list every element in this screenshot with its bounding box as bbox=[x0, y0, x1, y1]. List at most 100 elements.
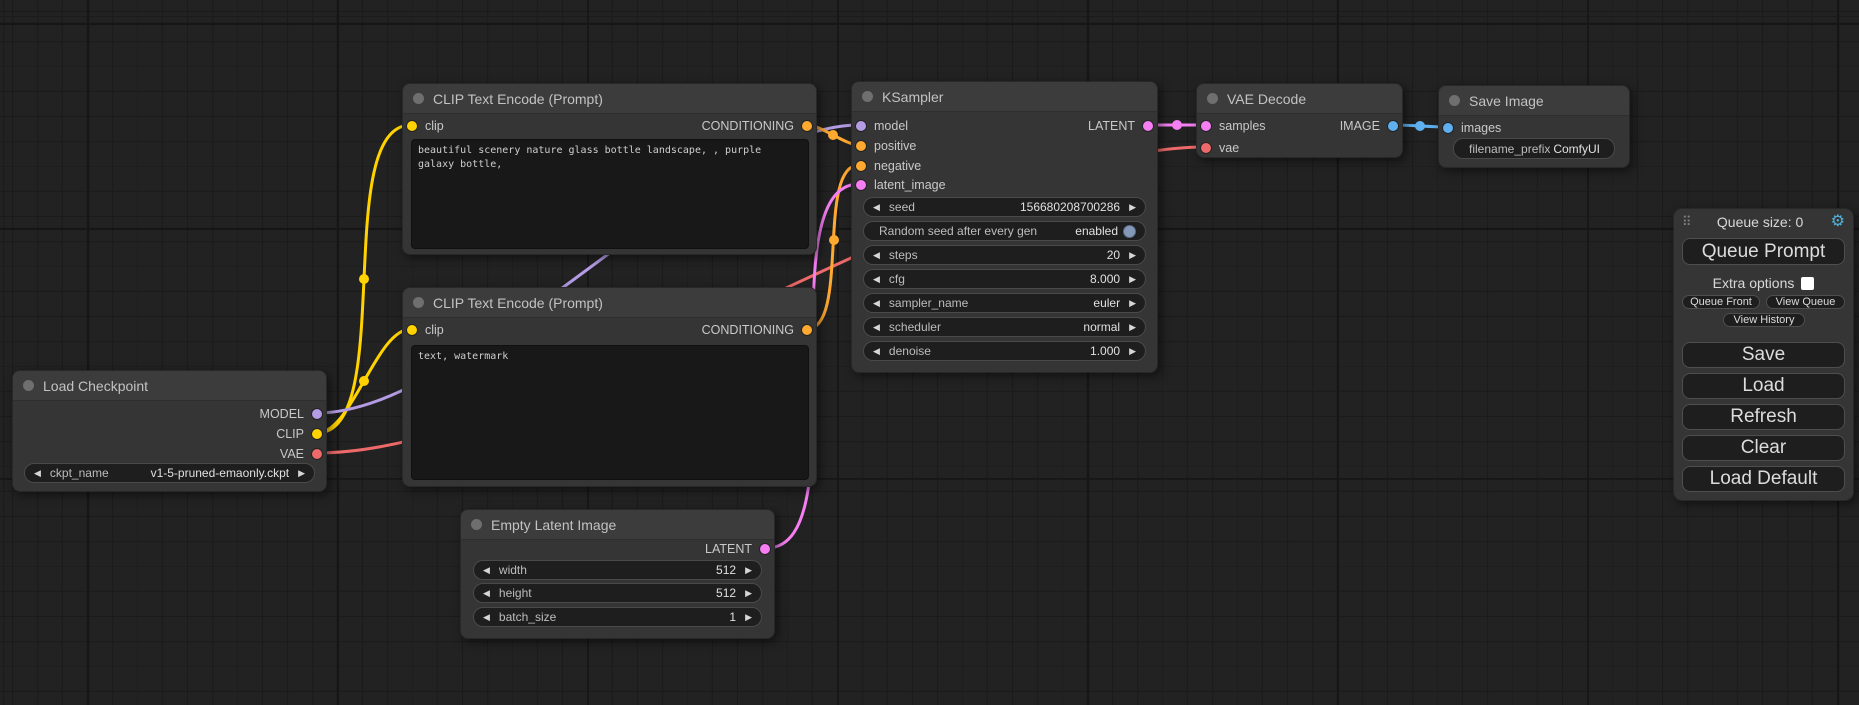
node-titlebar[interactable]: KSampler bbox=[852, 82, 1157, 112]
height-widget[interactable]: ◀ height 512 ▶ bbox=[473, 583, 762, 603]
output-label: CLIP bbox=[276, 427, 304, 441]
output-label: VAE bbox=[280, 447, 304, 461]
settings-gear-icon[interactable]: ⚙ bbox=[1831, 214, 1845, 230]
latent-port-icon[interactable] bbox=[1201, 121, 1211, 131]
latent-port-icon[interactable] bbox=[760, 544, 770, 554]
arrow-left-icon[interactable]: ◀ bbox=[34, 469, 41, 478]
node-empty-latent-image[interactable]: Empty Latent Image LATENT ◀ width 512 ▶ … bbox=[460, 509, 775, 639]
arrow-left-icon[interactable]: ◀ bbox=[483, 613, 490, 622]
seed-widget[interactable]: ◀ seed 156680208700286 ▶ bbox=[863, 197, 1146, 217]
node-titlebar[interactable]: CLIP Text Encode (Prompt) bbox=[403, 288, 816, 318]
model-port-icon[interactable] bbox=[312, 409, 322, 419]
arrow-left-icon[interactable]: ◀ bbox=[873, 275, 880, 284]
graph-canvas[interactable]: Load Checkpoint MODEL CLIP VAE ◀ ckpt_na… bbox=[0, 0, 1859, 705]
widget-label: scheduler bbox=[889, 320, 941, 334]
clip-port-icon[interactable] bbox=[407, 121, 417, 131]
positive-prompt-textarea[interactable]: beautiful scenery nature glass bottle la… bbox=[411, 139, 809, 249]
clip-port-icon[interactable] bbox=[312, 429, 322, 439]
collapse-dot-icon[interactable] bbox=[413, 297, 424, 308]
link-midpoint-dot bbox=[359, 274, 369, 284]
collapse-dot-icon[interactable] bbox=[413, 93, 424, 104]
output-slot-latent: LATENT bbox=[705, 539, 774, 559]
arrow-right-icon[interactable]: ▶ bbox=[1129, 275, 1136, 284]
model-port-icon[interactable] bbox=[856, 121, 866, 131]
node-vae-decode[interactable]: VAE Decode samples IMAGE vae bbox=[1196, 83, 1403, 158]
drag-handle-icon[interactable]: ⠿ bbox=[1682, 214, 1690, 230]
arrow-right-icon[interactable]: ▶ bbox=[745, 613, 752, 622]
toggle-circle-icon[interactable] bbox=[1123, 225, 1136, 238]
arrow-right-icon[interactable]: ▶ bbox=[1129, 347, 1136, 356]
view-history-button[interactable]: View History bbox=[1723, 313, 1805, 327]
node-ksampler[interactable]: KSampler model LATENT positive negative … bbox=[851, 81, 1158, 373]
denoise-widget[interactable]: ◀ denoise 1.000 ▶ bbox=[863, 341, 1146, 361]
random-seed-toggle-widget[interactable]: Random seed after every gen enabled bbox=[863, 221, 1146, 241]
scheduler-widget[interactable]: ◀ scheduler normal ▶ bbox=[863, 317, 1146, 337]
arrow-left-icon[interactable]: ◀ bbox=[483, 566, 490, 575]
latent-port-icon[interactable] bbox=[1143, 121, 1153, 131]
input-slot-negative: negative bbox=[852, 156, 921, 176]
arrow-right-icon[interactable]: ▶ bbox=[745, 589, 752, 598]
node-load-checkpoint[interactable]: Load Checkpoint MODEL CLIP VAE ◀ ckpt_na… bbox=[12, 370, 327, 492]
batch-size-widget[interactable]: ◀ batch_size 1 ▶ bbox=[473, 607, 762, 627]
arrow-left-icon[interactable]: ◀ bbox=[873, 323, 880, 332]
node-titlebar[interactable]: CLIP Text Encode (Prompt) bbox=[403, 84, 816, 114]
link-midpoint-dot bbox=[1172, 120, 1182, 130]
node-titlebar[interactable]: Empty Latent Image bbox=[461, 510, 774, 540]
collapse-dot-icon[interactable] bbox=[23, 380, 34, 391]
collapse-dot-icon[interactable] bbox=[1207, 93, 1218, 104]
width-widget[interactable]: ◀ width 512 ▶ bbox=[473, 560, 762, 580]
filename-prefix-widget[interactable]: filename_prefix ComfyUI bbox=[1453, 138, 1615, 159]
conditioning-port-icon[interactable] bbox=[802, 121, 812, 131]
queue-front-button[interactable]: Queue Front bbox=[1682, 295, 1760, 309]
arrow-left-icon[interactable]: ◀ bbox=[873, 299, 880, 308]
node-save-image[interactable]: Save Image images filename_prefix ComfyU… bbox=[1438, 85, 1630, 168]
image-port-icon[interactable] bbox=[1388, 121, 1398, 131]
save-button[interactable]: Save bbox=[1682, 342, 1845, 368]
arrow-right-icon[interactable]: ▶ bbox=[1129, 251, 1136, 260]
collapse-dot-icon[interactable] bbox=[862, 91, 873, 102]
node-clip-text-encode-negative[interactable]: CLIP Text Encode (Prompt) clip CONDITION… bbox=[402, 287, 817, 487]
refresh-button[interactable]: Refresh bbox=[1682, 404, 1845, 430]
node-title: KSampler bbox=[882, 89, 943, 105]
queue-prompt-button[interactable]: Queue Prompt bbox=[1682, 238, 1845, 265]
node-titlebar[interactable]: VAE Decode bbox=[1197, 84, 1402, 114]
cfg-widget[interactable]: ◀ cfg 8.000 ▶ bbox=[863, 269, 1146, 289]
conditioning-port-icon[interactable] bbox=[856, 161, 866, 171]
load-button[interactable]: Load bbox=[1682, 373, 1845, 399]
arrow-right-icon[interactable]: ▶ bbox=[1129, 299, 1136, 308]
sampler-name-widget[interactable]: ◀ sampler_name euler ▶ bbox=[863, 293, 1146, 313]
steps-widget[interactable]: ◀ steps 20 ▶ bbox=[863, 245, 1146, 265]
conditioning-port-icon[interactable] bbox=[856, 141, 866, 151]
load-default-button[interactable]: Load Default bbox=[1682, 466, 1845, 492]
clear-button[interactable]: Clear bbox=[1682, 435, 1845, 461]
ckpt-name-widget[interactable]: ◀ ckpt_name v1-5-pruned-emaonly.ckpt ▶ bbox=[24, 463, 315, 483]
arrow-right-icon[interactable]: ▶ bbox=[745, 566, 752, 575]
extra-options-checkbox[interactable] bbox=[1801, 277, 1814, 290]
conditioning-port-icon[interactable] bbox=[802, 325, 812, 335]
vae-port-icon[interactable] bbox=[312, 449, 322, 459]
negative-prompt-textarea[interactable]: text, watermark bbox=[411, 345, 809, 480]
arrow-right-icon[interactable]: ▶ bbox=[1129, 203, 1136, 212]
arrow-left-icon[interactable]: ◀ bbox=[873, 347, 880, 356]
widget-value: 20 bbox=[1107, 248, 1120, 262]
arrow-left-icon[interactable]: ◀ bbox=[483, 589, 490, 598]
collapse-dot-icon[interactable] bbox=[471, 519, 482, 530]
latent-port-icon[interactable] bbox=[856, 180, 866, 190]
clip-port-icon[interactable] bbox=[407, 325, 417, 335]
arrow-left-icon[interactable]: ◀ bbox=[873, 203, 880, 212]
node-title: Save Image bbox=[1469, 93, 1544, 109]
arrow-left-icon[interactable]: ◀ bbox=[873, 251, 880, 260]
view-queue-button[interactable]: View Queue bbox=[1766, 295, 1845, 309]
vae-port-icon[interactable] bbox=[1201, 143, 1211, 153]
queue-panel: ⠿ Queue size: 0 ⚙ Queue Prompt Extra opt… bbox=[1673, 208, 1854, 501]
image-port-icon[interactable] bbox=[1443, 123, 1453, 133]
collapse-dot-icon[interactable] bbox=[1449, 95, 1460, 106]
link-midpoint-dot bbox=[1415, 121, 1425, 131]
node-titlebar[interactable]: Save Image bbox=[1439, 86, 1629, 116]
node-clip-text-encode-positive[interactable]: CLIP Text Encode (Prompt) clip CONDITION… bbox=[402, 83, 817, 255]
node-titlebar[interactable]: Load Checkpoint bbox=[13, 371, 326, 401]
input-label: negative bbox=[874, 159, 921, 173]
arrow-right-icon[interactable]: ▶ bbox=[1129, 323, 1136, 332]
arrow-right-icon[interactable]: ▶ bbox=[298, 469, 305, 478]
input-slot-images: images bbox=[1439, 118, 1501, 138]
